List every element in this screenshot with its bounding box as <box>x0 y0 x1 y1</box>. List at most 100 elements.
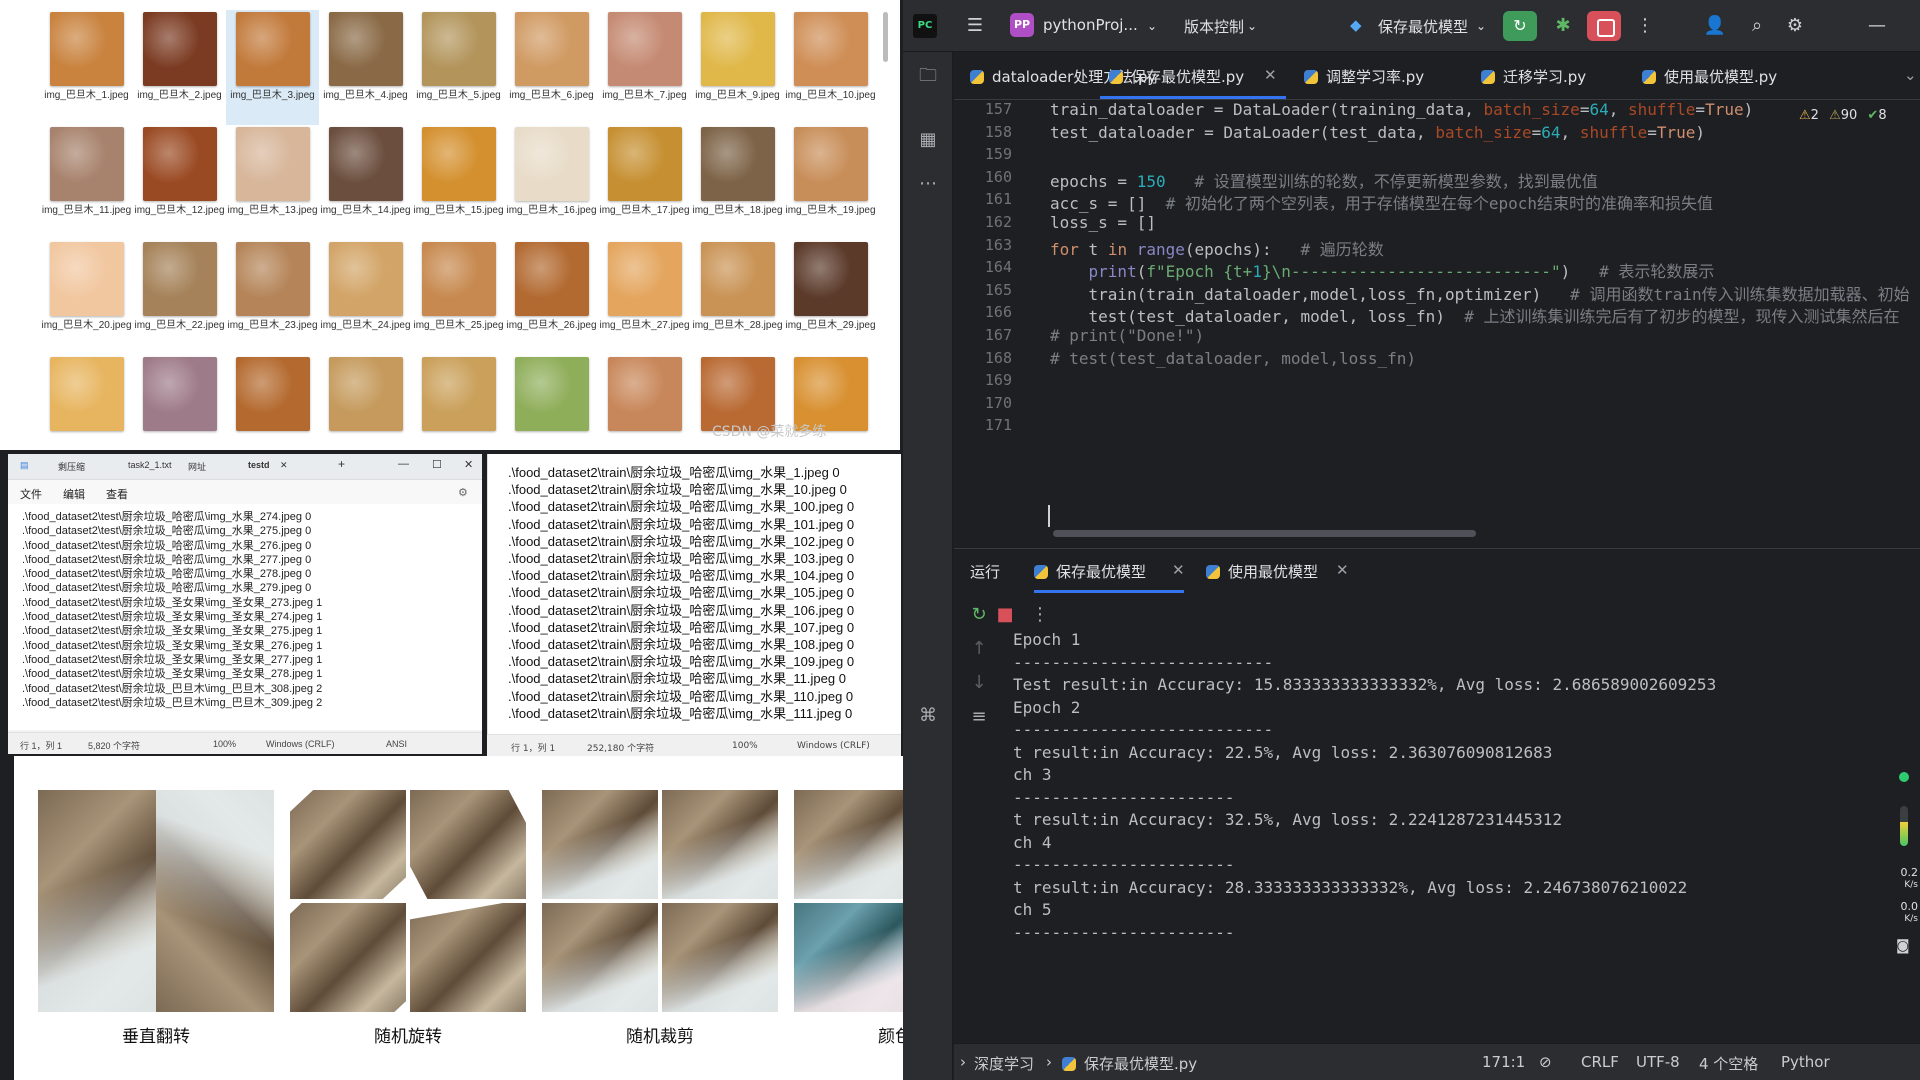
explorer-scrollbar[interactable] <box>883 12 888 62</box>
close-tab-icon[interactable]: ✕ <box>1264 66 1277 84</box>
maximize-icon[interactable]: ☐ <box>432 458 442 471</box>
editor-tab-active[interactable]: 保存最优模型.py <box>1109 66 1244 87</box>
notepad-text-area[interactable]: .\food_dataset2\train\厨余垃圾_哈密瓜\img_水果_1.… <box>488 464 898 724</box>
editor-tab[interactable]: 使用最优模型.py <box>1642 66 1777 87</box>
project-folder-icon[interactable]: 🗀 <box>916 64 940 88</box>
scroll-down-icon[interactable]: ↓ <box>967 671 991 695</box>
editor-tab[interactable]: 调整学习率.py <box>1304 66 1424 87</box>
notepad-tab-active[interactable]: testd <box>248 460 270 470</box>
thumbnail-item[interactable]: img_巴旦木_10.jpeg <box>784 10 877 125</box>
minimize-icon[interactable]: — <box>1865 14 1889 38</box>
project-selector[interactable]: pythonProj... <box>1043 16 1138 34</box>
thumbnail-item[interactable]: img_巴旦木_9.jpeg <box>691 10 784 125</box>
camera-icon[interactable]: ◙ <box>1896 938 1910 954</box>
thumbnail-item[interactable] <box>598 355 691 450</box>
thumbnail-item[interactable]: img_巴旦木_5.jpeg <box>412 10 505 125</box>
editor-horizontal-scrollbar[interactable] <box>1053 530 1476 537</box>
code-editor[interactable]: train_dataloader = DataLoader(training_d… <box>1046 100 1920 530</box>
run-console-output[interactable]: Epoch 1 --------------------------- Test r… <box>1013 630 1913 1010</box>
thumbnail-item[interactable] <box>505 355 598 450</box>
settings-gear-icon[interactable]: ⚙ <box>1783 14 1807 38</box>
thumbnail-label: img_巴旦木_23.jpeg <box>227 320 318 331</box>
line-separator[interactable]: CRLF <box>1581 1053 1619 1071</box>
thumbnail-item[interactable] <box>226 355 319 450</box>
thumbnail-item[interactable]: img_巴旦木_1.jpeg <box>40 10 133 125</box>
menu-file[interactable]: 文件 <box>20 486 42 502</box>
indent-setting[interactable]: 4 个空格 <box>1699 1053 1758 1074</box>
run-config-selector[interactable]: 保存最优模型 <box>1378 16 1468 37</box>
python-console-icon[interactable]: ⌘ <box>916 704 940 728</box>
notepad-tab[interactable]: 剩压缩 <box>58 460 85 473</box>
chevron-down-icon[interactable]: ⌄ <box>1147 19 1157 33</box>
search-icon[interactable]: ⌕ <box>1745 14 1769 38</box>
minimize-icon[interactable]: — <box>398 458 409 470</box>
more-options-icon[interactable]: ⋮ <box>1028 603 1052 627</box>
thumbnail-item[interactable]: img_巴旦木_18.jpeg <box>691 125 784 240</box>
editor-tab[interactable]: 迁移学习.py <box>1481 66 1586 87</box>
more-options-icon[interactable]: ⋮ <box>1633 14 1657 38</box>
notepad-tab[interactable]: task2_1.txt <box>128 460 172 470</box>
thumbnail-item[interactable]: img_巴旦木_29.jpeg <box>784 240 877 355</box>
debug-bug-icon[interactable]: ✱ <box>1551 14 1575 38</box>
thumbnail-item[interactable]: img_巴旦木_27.jpeg <box>598 240 691 355</box>
thumbnail-item[interactable]: img_巴旦木_12.jpeg <box>133 125 226 240</box>
thumbnail-item[interactable]: img_巴旦木_23.jpeg <box>226 240 319 355</box>
thumbnail-item[interactable] <box>412 355 505 450</box>
close-window-icon[interactable]: ✕ <box>464 458 473 471</box>
inspection-widget[interactable]: ⚠2 ⚠90 ✔8 <box>1799 108 1887 123</box>
vcs-menu[interactable]: 版本控制 <box>1184 16 1244 37</box>
scroll-up-icon[interactable]: ↑ <box>967 637 991 661</box>
thumbnail-item[interactable]: img_巴旦木_11.jpeg <box>40 125 133 240</box>
rerun-button[interactable]: ↻ <box>1503 11 1537 41</box>
no-inspection-icon[interactable]: ⊘ <box>1539 1053 1552 1071</box>
settings-gear-icon[interactable]: ⚙ <box>458 486 468 499</box>
thumbnail-item[interactable]: img_巴旦木_2.jpeg <box>133 10 226 125</box>
run-tab-active[interactable]: 保存最优模型 <box>1034 561 1146 582</box>
thumbnail-item[interactable] <box>40 355 133 450</box>
close-tab-icon[interactable]: ✕ <box>280 460 288 471</box>
thumbnail-item[interactable]: img_巴旦木_13.jpeg <box>226 125 319 240</box>
rerun-icon[interactable]: ↻ <box>967 603 991 627</box>
thumbnail-item[interactable]: img_巴旦木_6.jpeg <box>505 10 598 125</box>
menu-edit[interactable]: 编辑 <box>63 486 85 502</box>
structure-icon[interactable]: ▦ <box>916 128 940 152</box>
thumbnail-item[interactable]: img_巴旦木_4.jpeg <box>319 10 412 125</box>
stop-icon[interactable]: ■ <box>993 603 1017 627</box>
more-tools-icon[interactable]: ⋯ <box>916 172 940 196</box>
thumbnail-item[interactable]: img_巴旦木_15.jpeg <box>412 125 505 240</box>
thumbnail-item[interactable]: img_巴旦木_14.jpeg <box>319 125 412 240</box>
breadcrumb-folder[interactable]: 深度学习 <box>974 1053 1034 1074</box>
thumbnail-item[interactable]: img_巴旦木_3.jpeg <box>226 10 319 125</box>
thumbnail-item[interactable]: img_巴旦木_20.jpeg <box>40 240 133 355</box>
file-encoding[interactable]: UTF-8 <box>1636 1053 1680 1071</box>
chevron-down-icon[interactable]: ⌄ <box>1476 19 1486 33</box>
new-tab-icon[interactable]: + <box>338 457 345 471</box>
notepad-text-area[interactable]: .\food_dataset2\test\厨余垃圾_哈密瓜\img_水果_274… <box>8 504 482 730</box>
tabs-dropdown-icon[interactable]: ⌄ <box>1904 66 1917 84</box>
python-interpreter[interactable]: Pythor <box>1781 1053 1830 1071</box>
thumbnail-item[interactable]: img_巴旦木_7.jpeg <box>598 10 691 125</box>
thumbnail-item[interactable]: img_巴旦木_19.jpeg <box>784 125 877 240</box>
add-user-icon[interactable]: 👤 <box>1703 14 1727 38</box>
run-tab[interactable]: 使用最优模型 <box>1206 561 1318 582</box>
menu-view[interactable]: 查看 <box>106 486 128 502</box>
thumbnail-item[interactable] <box>133 355 226 450</box>
soft-wrap-icon[interactable]: ≡ <box>967 705 991 729</box>
thumbnail-item[interactable]: img_巴旦木_17.jpeg <box>598 125 691 240</box>
thumbnail-item[interactable]: img_巴旦木_22.jpeg <box>133 240 226 355</box>
thumbnail-item[interactable]: img_巴旦木_16.jpeg <box>505 125 598 240</box>
breadcrumb-file[interactable]: 保存最优模型.py <box>1062 1053 1197 1074</box>
thumbnail-item[interactable]: img_巴旦木_26.jpeg <box>505 240 598 355</box>
main-menu-icon[interactable]: ☰ <box>963 14 987 38</box>
thumbnail-item[interactable]: img_巴旦木_24.jpeg <box>319 240 412 355</box>
close-tab-icon[interactable]: ✕ <box>1172 561 1185 579</box>
notepad-tab[interactable]: 网址 <box>188 460 206 473</box>
thumbnail-item[interactable]: img_巴旦木_25.jpeg <box>412 240 505 355</box>
close-tab-icon[interactable]: ✕ <box>1336 561 1349 579</box>
editor-tab-label: 使用最优模型.py <box>1664 68 1778 86</box>
stop-button[interactable] <box>1587 11 1621 41</box>
caret-position[interactable]: 171:1 <box>1482 1053 1525 1071</box>
thumbnail-item[interactable]: img_巴旦木_28.jpeg <box>691 240 784 355</box>
chevron-down-icon[interactable]: ⌄ <box>1247 19 1257 33</box>
thumbnail-item[interactable] <box>319 355 412 450</box>
